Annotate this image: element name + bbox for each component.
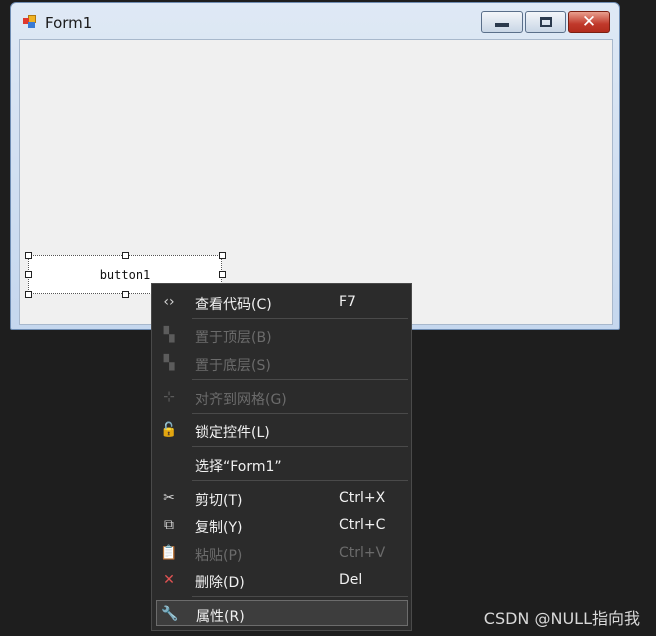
maximize-icon xyxy=(539,17,552,27)
title-bar[interactable]: Form1 ✕ xyxy=(11,3,619,39)
menu-item-shortcut: Ctrl+X xyxy=(339,490,386,506)
menu-separator xyxy=(192,446,408,447)
resize-handle-sw[interactable] xyxy=(25,291,32,298)
window-title: Form1 xyxy=(45,14,93,32)
resize-handle-w[interactable] xyxy=(25,271,32,278)
resize-handle-s[interactable] xyxy=(122,291,129,298)
menu-item-align-to-grid[interactable]: ⊹ 对齐到网格(G) xyxy=(156,384,408,410)
menu-item-lock-controls[interactable]: 🔓 锁定控件(L) xyxy=(156,417,408,443)
menu-item-shortcut: F7 xyxy=(339,294,356,310)
menu-item-shortcut: Del xyxy=(339,572,363,588)
menu-item-paste[interactable]: 📋 粘贴(P) Ctrl+V xyxy=(156,540,408,566)
code-icon: ‹› xyxy=(163,294,175,310)
menu-item-view-code[interactable]: ‹› 查看代码(C) F7 xyxy=(156,289,408,315)
resize-handle-e[interactable] xyxy=(219,271,226,278)
menu-item-send-to-back[interactable]: ▚ 置于底层(S) xyxy=(156,350,408,376)
scissors-icon: ✂ xyxy=(163,490,175,506)
menu-item-label: 置于底层(S) xyxy=(195,358,271,374)
menu-item-label: 属性(R) xyxy=(196,609,245,625)
menu-item-label: 粘贴(P) xyxy=(195,548,243,564)
paste-icon: 📋 xyxy=(160,545,178,561)
bring-to-front-icon: ▚ xyxy=(163,327,175,343)
menu-item-label: 选择“Form1” xyxy=(195,459,282,475)
menu-item-label: 锁定控件(L) xyxy=(195,425,270,441)
menu-item-properties[interactable]: 🔧 属性(R) xyxy=(156,600,408,626)
resize-handle-ne[interactable] xyxy=(219,252,226,259)
send-to-back-icon: ▚ xyxy=(163,355,175,371)
menu-separator xyxy=(192,379,408,380)
form-app-icon xyxy=(23,15,37,29)
menu-item-shortcut: Ctrl+C xyxy=(339,517,386,533)
menu-separator xyxy=(192,480,408,481)
menu-item-label: 查看代码(C) xyxy=(195,297,272,313)
button1-text: button1 xyxy=(99,267,151,282)
minimize-icon xyxy=(495,23,509,27)
menu-item-label: 置于顶层(B) xyxy=(195,330,272,346)
menu-item-select-form1[interactable]: 选择“Form1” xyxy=(156,451,408,477)
watermark: CSDN @NULL指向我 xyxy=(483,609,640,628)
resize-handle-n[interactable] xyxy=(122,252,129,259)
align-to-grid-icon: ⊹ xyxy=(163,389,175,405)
menu-item-cut[interactable]: ✂ 剪切(T) Ctrl+X xyxy=(156,485,408,511)
menu-item-delete[interactable]: ✕ 删除(D) Del xyxy=(156,567,408,593)
resize-handle-nw[interactable] xyxy=(25,252,32,259)
close-icon: ✕ xyxy=(581,11,597,32)
copy-icon: ⧉ xyxy=(164,517,174,533)
menu-item-shortcut: Ctrl+V xyxy=(339,545,386,561)
menu-item-label: 复制(Y) xyxy=(195,520,243,536)
minimize-button[interactable] xyxy=(481,11,523,33)
menu-item-label: 剪切(T) xyxy=(195,493,243,509)
menu-item-label: 对齐到网格(G) xyxy=(195,392,287,408)
context-menu: ‹› 查看代码(C) F7 ▚ 置于顶层(B) ▚ 置于底层(S) ⊹ 对齐到网… xyxy=(151,283,412,631)
menu-separator xyxy=(192,596,408,597)
menu-item-bring-to-front[interactable]: ▚ 置于顶层(B) xyxy=(156,322,408,348)
menu-item-label: 删除(D) xyxy=(195,575,245,591)
menu-separator xyxy=(192,413,408,414)
close-button[interactable]: ✕ xyxy=(568,11,610,33)
delete-icon: ✕ xyxy=(163,572,175,588)
wrench-icon: 🔧 xyxy=(161,606,179,622)
maximize-button[interactable] xyxy=(525,11,566,33)
menu-item-copy[interactable]: ⧉ 复制(Y) Ctrl+C xyxy=(156,512,408,538)
lock-icon: 🔓 xyxy=(160,422,178,438)
menu-separator xyxy=(192,318,408,319)
